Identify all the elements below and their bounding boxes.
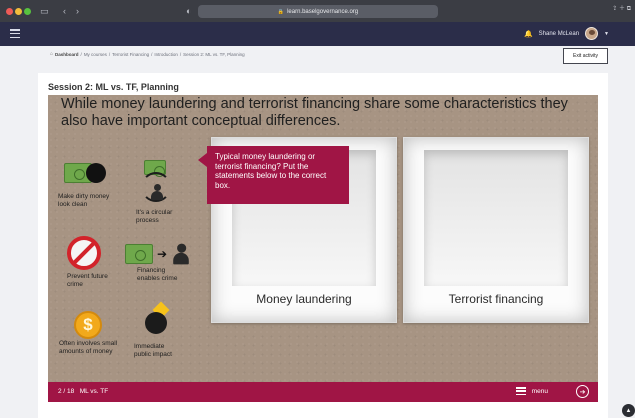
dirty-money-icon[interactable] xyxy=(62,161,107,191)
share-and-tabs-icons[interactable]: ⇪ ＋ ⧉ xyxy=(612,3,631,13)
slide-heading: While money laundering and terrorist fin… xyxy=(61,96,568,129)
money-to-person-icon[interactable]: ➔ xyxy=(125,240,195,268)
breadcrumb-dashboard[interactable]: Dashboard xyxy=(55,52,79,57)
statement-card[interactable]: Make dirty money look clean xyxy=(58,193,120,208)
statement-card[interactable]: Immediate public impact xyxy=(134,343,182,358)
statement-card[interactable]: Financing enables crime xyxy=(137,267,181,282)
breadcrumb: ⌂ Dashboard / My courses / Terrorist Fin… xyxy=(50,51,245,57)
menu-icon xyxy=(515,387,526,395)
chevron-left-icon[interactable]: ‹ xyxy=(63,7,66,16)
lock-icon: 🔒 xyxy=(277,8,285,15)
maximize-window-button[interactable] xyxy=(24,8,31,15)
coin-icon[interactable]: $ xyxy=(74,311,106,343)
drop-zone-label: Money laundering xyxy=(256,292,352,306)
shield-icon[interactable]: ◐ xyxy=(186,7,191,16)
address-bar[interactable]: 🔒 learn.baselgovernance.org xyxy=(198,5,438,18)
arrow-right-icon: ➔ xyxy=(157,247,168,261)
menu-label: menu xyxy=(531,387,548,395)
home-icon: ⌂ xyxy=(50,51,54,57)
next-slide-button[interactable]: ➔ xyxy=(576,385,589,398)
sidebar-icon[interactable]: ▭ xyxy=(40,7,49,16)
slide-menu-button[interactable]: menu xyxy=(515,387,548,395)
statement-card[interactable]: Often involves small amounts of money xyxy=(59,340,125,355)
user-name[interactable]: Shane McLean xyxy=(539,31,579,37)
breadcrumb-item[interactable]: Introduction xyxy=(154,52,178,57)
avatar[interactable] xyxy=(585,27,599,40)
bell-icon[interactable]: 🔔 xyxy=(524,30,533,38)
section-name: ML vs. TF xyxy=(79,388,109,395)
breadcrumb-item[interactable]: Terrorist Financing xyxy=(112,52,149,57)
prohibited-icon[interactable] xyxy=(67,236,103,272)
statement-card[interactable]: It's a circular process xyxy=(136,209,176,224)
browser-toolbar: ▭ ‹ › ◐ 🔒 learn.baselgovernance.org ⇪ ＋ … xyxy=(0,0,635,22)
page-title: Session 2: ML vs. TF, Planning xyxy=(48,82,179,92)
user-menu[interactable]: 🔔 Shane McLean ▼ xyxy=(524,27,609,40)
drop-zone-label: Terrorist financing xyxy=(448,292,544,306)
scroll-to-top-button[interactable]: ▲ xyxy=(622,404,635,417)
exit-activity-button[interactable]: Exit activity xyxy=(563,48,608,64)
url-text: learn.baselgovernance.org xyxy=(287,8,359,15)
close-window-button[interactable] xyxy=(6,8,13,15)
bomb-icon[interactable] xyxy=(141,301,175,336)
drop-zone-terrorist-financing[interactable]: Terrorist financing xyxy=(403,137,589,323)
page-number: 2 / 18 xyxy=(58,388,75,395)
slide-footer: 2 / 18 ML vs. TF menu ➔ xyxy=(48,382,598,402)
chevron-right-icon[interactable]: › xyxy=(76,7,79,16)
cycle-icon[interactable] xyxy=(138,160,178,204)
hamburger-menu-icon[interactable] xyxy=(10,29,20,38)
page-indicator: 2 / 18 ML vs. TF xyxy=(58,388,108,395)
app-header: 🔔 Shane McLean ▼ xyxy=(0,22,635,46)
minimize-window-button[interactable] xyxy=(15,8,22,15)
chevron-down-icon[interactable]: ▼ xyxy=(604,31,609,37)
statement-card[interactable]: Prevent future crime xyxy=(67,273,115,288)
breadcrumb-item[interactable]: Session 2: ML vs. TF, Planning xyxy=(183,52,245,57)
instruction-callout: Typical money laundering or terrorist fi… xyxy=(198,146,349,204)
breadcrumb-item[interactable]: My courses xyxy=(84,52,107,57)
